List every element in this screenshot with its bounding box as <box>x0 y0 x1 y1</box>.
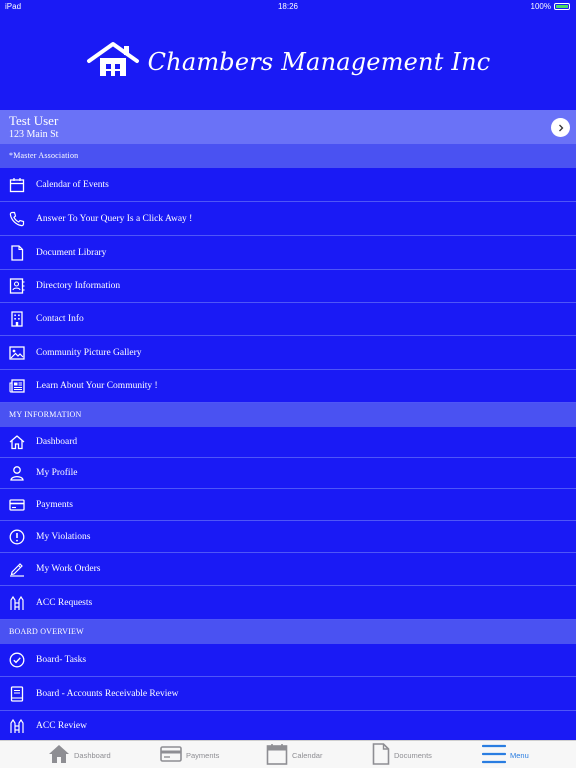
contact-card-icon <box>8 278 25 295</box>
menu-item-label: My Violations <box>36 531 91 542</box>
tab-bar: Dashboard Payments Calendar Documents Me… <box>0 740 576 768</box>
tab-label: Calendar <box>292 750 323 760</box>
acc-icon <box>8 717 25 734</box>
acc-icon <box>8 594 25 611</box>
menu-item-my-violations[interactable]: My Violations <box>0 521 576 553</box>
menu-item-label: ACC Review <box>36 720 87 731</box>
phone-icon <box>8 210 25 227</box>
menu-item-label: ACC Requests <box>36 597 93 608</box>
menu-item-label: Contact Info <box>36 314 84 324</box>
tab-documents[interactable]: Documents <box>372 741 432 768</box>
user-address: 123 Main St <box>9 129 59 140</box>
section-header-board-overview: BOARD OVERVIEW <box>0 620 576 644</box>
document-icon <box>8 244 25 261</box>
tab-dashboard[interactable]: Dashboard <box>48 741 111 768</box>
credit-card-icon <box>8 496 25 513</box>
building-icon <box>8 311 25 328</box>
user-icon <box>8 465 25 482</box>
tab-label: Documents <box>394 750 432 760</box>
home-icon <box>48 744 70 766</box>
menu-item-label: Learn About Your Community ! <box>36 381 158 391</box>
menu-item-label: Board- Tasks <box>36 655 87 665</box>
tab-label: Payments <box>186 750 220 760</box>
calendar-icon <box>266 743 288 767</box>
calendar-icon <box>8 176 25 193</box>
menu-item-my-profile[interactable]: My Profile <box>0 458 576 489</box>
menu-item-board-tasks[interactable]: Board- Tasks <box>0 644 576 677</box>
menu-item-dashboard[interactable]: Dashboard <box>0 427 576 458</box>
house-logo-icon <box>86 40 140 85</box>
chevron-right-icon[interactable] <box>551 118 570 137</box>
menu-item-label: Directory Information <box>36 281 121 291</box>
menu-item-payments[interactable]: Payments <box>0 489 576 521</box>
tab-payments[interactable]: Payments <box>160 741 219 768</box>
user-card[interactable]: Test User 123 Main St <box>0 110 576 144</box>
menu-item-contact-info[interactable]: Contact Info <box>0 303 576 336</box>
menu-item-label: Board - Accounts Receivable Review <box>36 688 179 699</box>
credit-card-icon <box>160 746 182 764</box>
alert-icon <box>8 528 25 545</box>
menu-item-learn-community[interactable]: Learn About Your Community ! <box>0 370 576 403</box>
document-icon <box>372 743 390 767</box>
menu-item-picture-gallery[interactable]: Community Picture Gallery <box>0 336 576 370</box>
menu-item-work-orders[interactable]: My Work Orders <box>0 553 576 586</box>
user-name: Test User <box>9 113 59 128</box>
app-header: Chambers Management Inc <box>0 14 576 110</box>
menu-item-label: Answer To Your Query Is a Click Away ! <box>36 213 193 224</box>
menu-item-accounts-receivable-review[interactable]: Board - Accounts Receivable Review <box>0 677 576 711</box>
pencil-icon <box>8 561 25 578</box>
check-circle-icon <box>8 652 25 669</box>
tab-label: Menu <box>510 750 529 760</box>
status-time: 18:26 <box>277 2 299 11</box>
section-header-master: *Master Association <box>0 144 576 168</box>
status-bar: iPad 18:26 100% <box>0 0 576 14</box>
menu-item-label: My Profile <box>36 468 78 478</box>
battery-status: 100% <box>531 2 570 11</box>
section-header-my-information: MY INFORMATION <box>0 403 576 427</box>
battery-percent: 100% <box>530 2 551 11</box>
menu-item-acc-review[interactable]: ACC Review <box>0 711 576 740</box>
menu-item-directory-information[interactable]: Directory Information <box>0 270 576 303</box>
menu-item-label: Calendar of Events <box>36 179 109 190</box>
home-icon <box>8 434 25 451</box>
tab-menu[interactable]: Menu <box>481 741 529 768</box>
menu-item-label: Payments <box>36 499 73 510</box>
menu-item-answer-query[interactable]: Answer To Your Query Is a Click Away ! <box>0 202 576 236</box>
menu-item-label: Community Picture Gallery <box>36 347 142 358</box>
tab-calendar[interactable]: Calendar <box>266 741 322 768</box>
newspaper-icon <box>8 378 25 395</box>
company-name: Chambers Management Inc <box>147 48 491 76</box>
menu-item-acc-requests[interactable]: ACC Requests <box>0 586 576 620</box>
menu-item-calendar-of-events[interactable]: Calendar of Events <box>0 168 576 202</box>
menu-icon <box>481 743 507 767</box>
book-icon <box>8 685 25 702</box>
menu-item-label: Document Library <box>36 247 107 258</box>
battery-icon <box>554 3 570 10</box>
tab-label: Dashboard <box>74 750 111 760</box>
menu-item-label: Dashboard <box>36 437 78 447</box>
image-icon <box>8 344 25 361</box>
menu-item-label: My Work Orders <box>36 564 101 574</box>
menu-item-document-library[interactable]: Document Library <box>0 236 576 270</box>
